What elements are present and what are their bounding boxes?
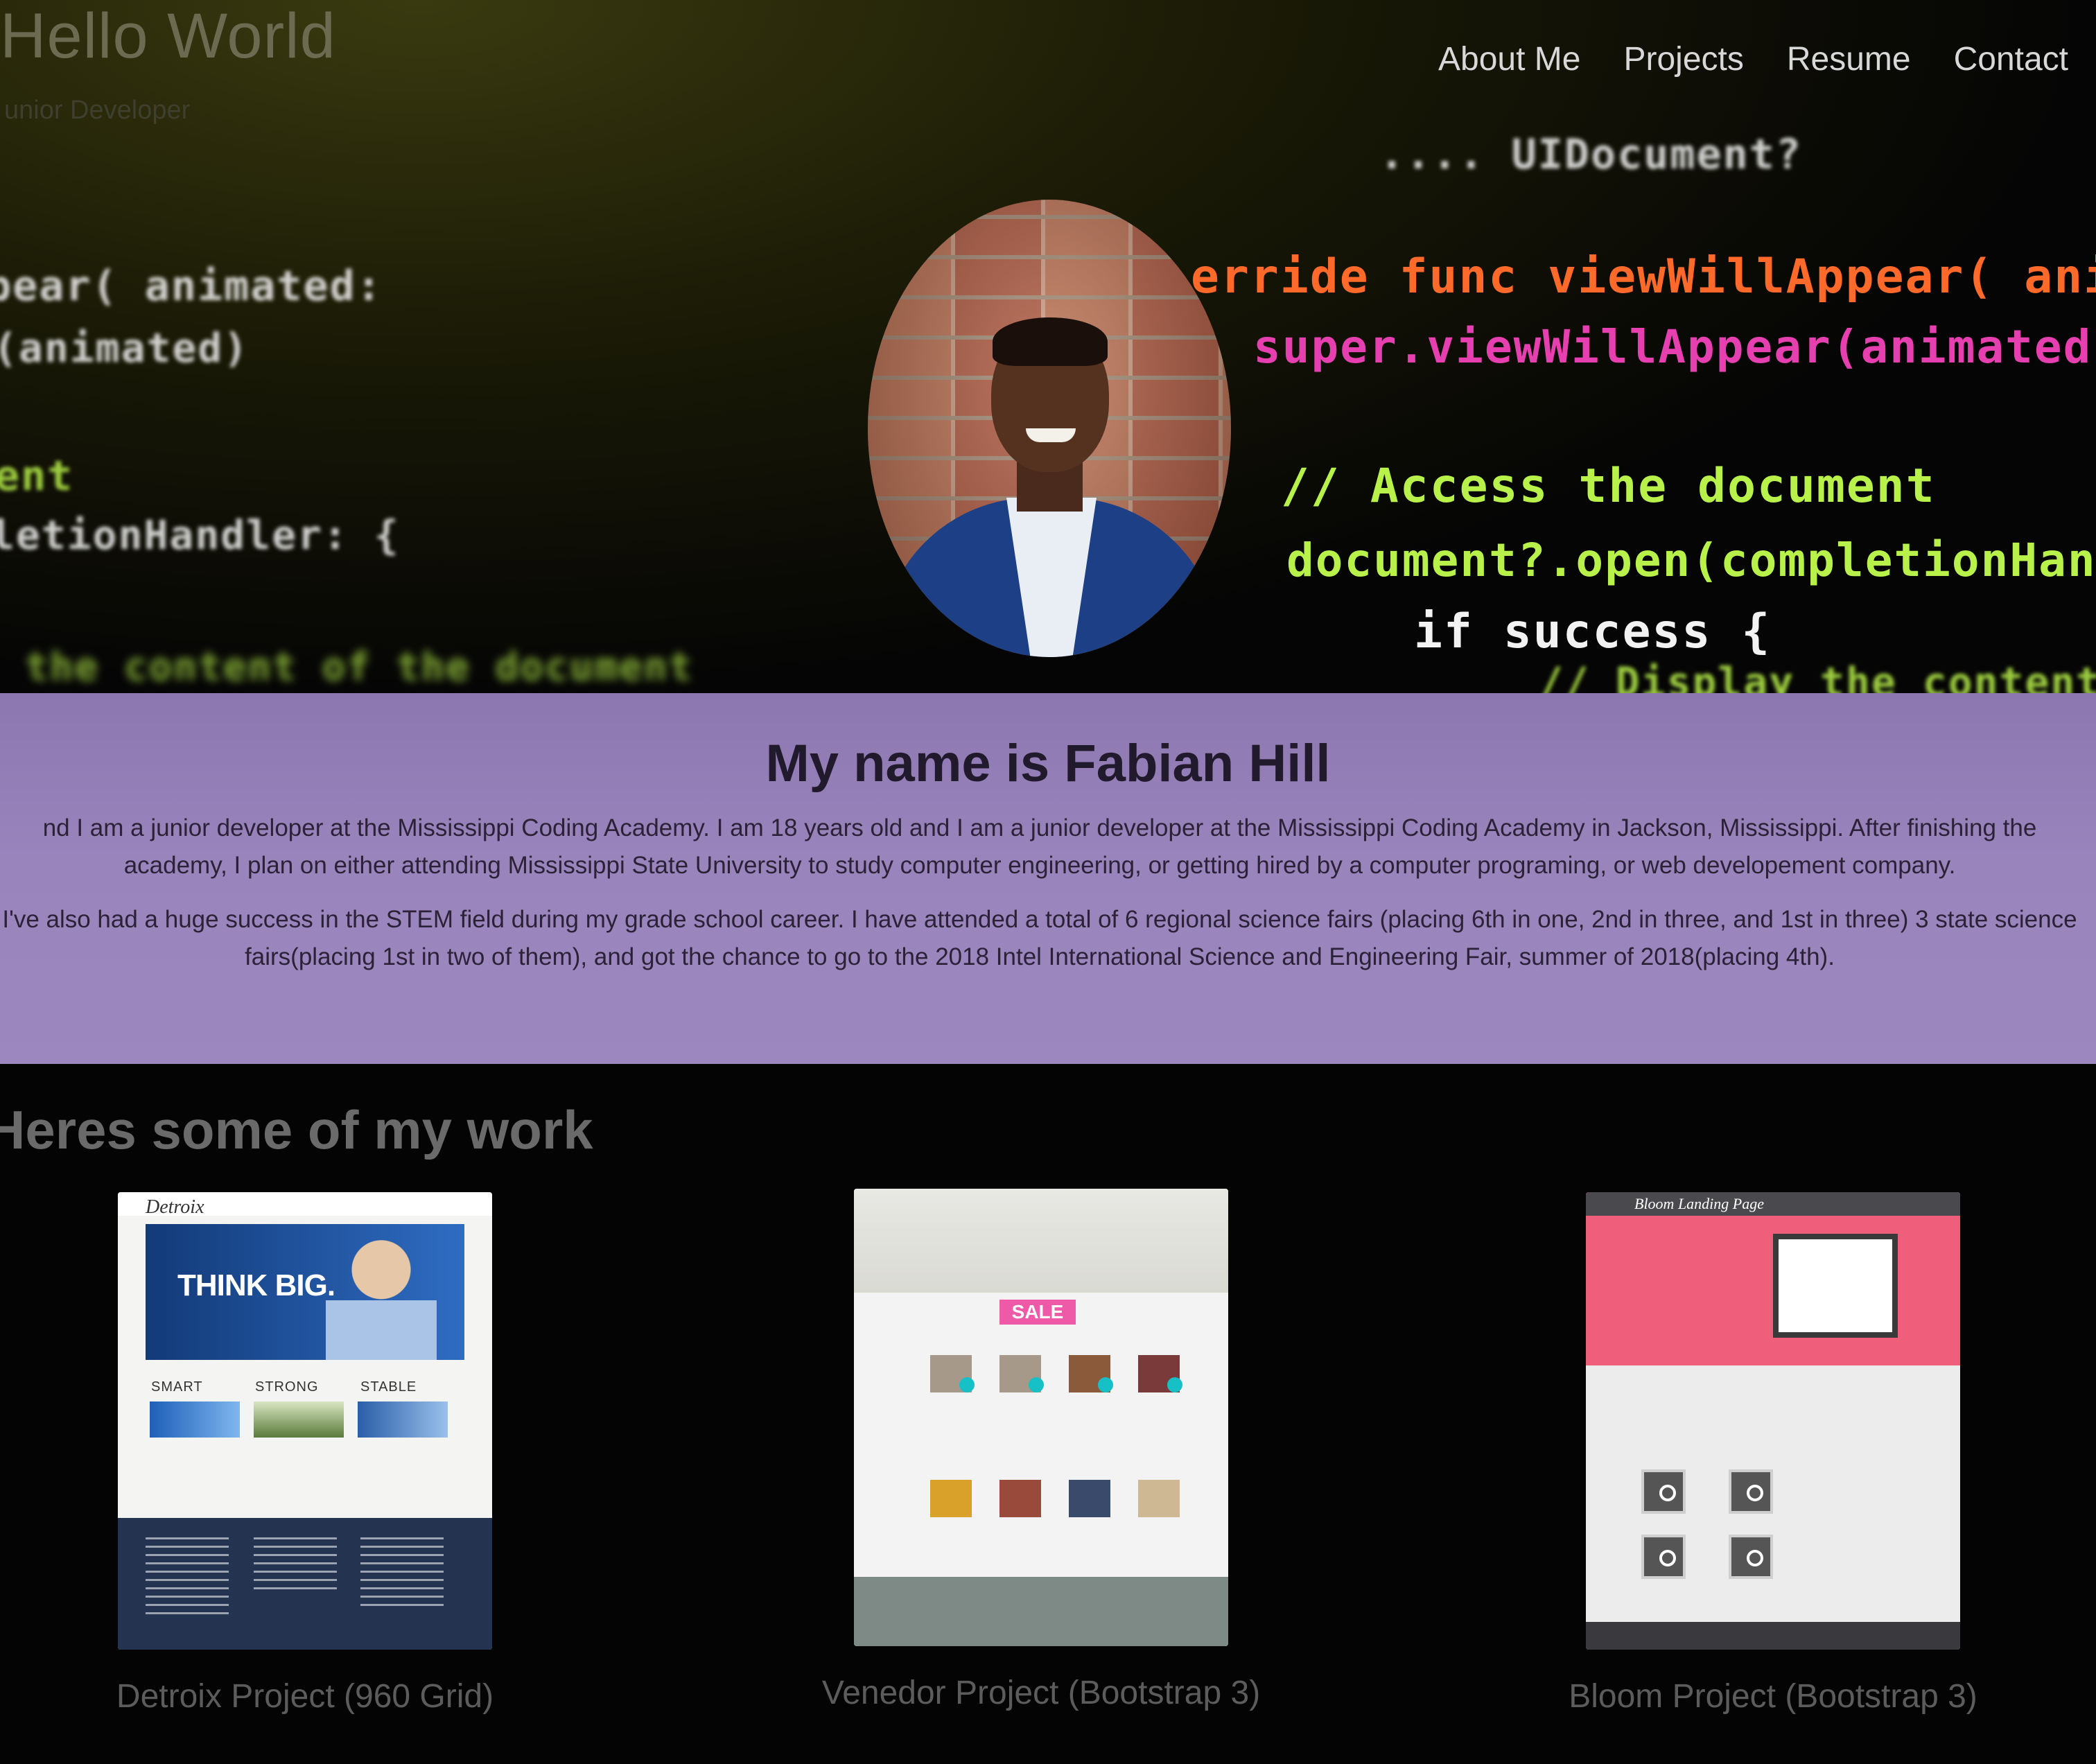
code-line: letionHandler: { bbox=[0, 512, 400, 559]
work-title: Heres some of my work bbox=[0, 1099, 593, 1160]
project-caption[interactable]: Bloom Project (Bootstrap 3) bbox=[1544, 1677, 2002, 1715]
project-caption[interactable]: Venedor Project (Bootstrap 3) bbox=[812, 1674, 1270, 1712]
detroix-headline: THINK BIG. bbox=[177, 1268, 335, 1302]
about-paragraph: I've also had a huge success in the STEM… bbox=[2, 906, 2077, 970]
code-line: (animated) bbox=[0, 324, 250, 372]
detroix-label: STABLE bbox=[360, 1379, 417, 1395]
code-line: ent bbox=[0, 452, 74, 500]
about-title: My name is Fabian Hill bbox=[765, 734, 1331, 793]
code-line: erride func viewWillAppear( animated: bbox=[1191, 250, 2096, 304]
code-line: document?.open(completionHandler: bbox=[1286, 534, 2096, 587]
nav-resume[interactable]: Resume bbox=[1787, 40, 1911, 78]
code-line: super.viewWillAppear(animated) bbox=[1253, 320, 2096, 374]
nav-projects[interactable]: Projects bbox=[1623, 40, 1743, 78]
project-caption[interactable]: Detroix Project (960 Grid) bbox=[76, 1677, 534, 1715]
bloom-logo: Bloom Landing Page bbox=[1634, 1195, 1764, 1212]
code-line: .... UIDocument? bbox=[1379, 130, 1802, 179]
site-subtitle: unior Developer bbox=[4, 96, 191, 125]
detroix-logo: Detroix bbox=[146, 1196, 204, 1218]
venedor-sale-badge: SALE bbox=[999, 1300, 1076, 1325]
about-section: My name is Fabian Hill nd I am a junior … bbox=[0, 693, 2096, 1064]
nav-contact[interactable]: Contact bbox=[1954, 40, 2068, 78]
code-line: if success { bbox=[1414, 604, 1772, 659]
code-line: // Access the document bbox=[1281, 459, 1936, 514]
main-nav: About Me Projects Resume Contact bbox=[1438, 40, 2068, 78]
profile-photo bbox=[868, 200, 1231, 657]
code-keyword: erride func viewWillAppear( animated: bbox=[1191, 250, 2096, 304]
project-screenshot[interactable]: Bloom Landing Page bbox=[1586, 1192, 1960, 1650]
nav-about-me[interactable]: About Me bbox=[1438, 40, 1580, 78]
hero-section: .... UIDocument? pear( animated: (animat… bbox=[0, 0, 2096, 693]
detroix-label: SMART bbox=[151, 1379, 203, 1395]
code-line: // Display the content of bbox=[1539, 658, 2096, 693]
code-line: pear( animated: bbox=[0, 262, 383, 311]
about-paragraph: nd I am a junior developer at the Missis… bbox=[42, 814, 2037, 879]
code-line: the content of the document bbox=[25, 645, 694, 690]
work-section: Heres some of my work Detroix THINK BIG.… bbox=[0, 1064, 2096, 1764]
detroix-label: STRONG bbox=[255, 1379, 319, 1395]
project-screenshot[interactable]: SALE bbox=[854, 1189, 1228, 1646]
site-title[interactable]: Hello World bbox=[0, 0, 336, 73]
project-screenshot[interactable]: Detroix THINK BIG. SMART STRONG STABLE bbox=[118, 1192, 492, 1650]
